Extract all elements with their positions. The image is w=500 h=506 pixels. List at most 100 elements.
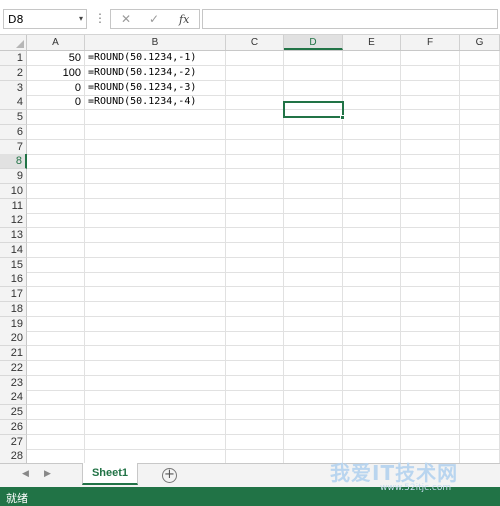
cell-g7[interactable]: [460, 139, 500, 155]
fill-handle[interactable]: [340, 115, 345, 120]
cell-b12[interactable]: [85, 213, 226, 229]
cell-d7[interactable]: [284, 139, 343, 155]
cell-g24[interactable]: [460, 390, 500, 406]
cell-a16[interactable]: [27, 272, 85, 288]
row-header-4[interactable]: 4: [0, 95, 27, 111]
cell-f12[interactable]: [401, 213, 460, 229]
cell-c22[interactable]: [226, 360, 284, 376]
cell-b17[interactable]: [85, 287, 226, 302]
cell-b18[interactable]: [85, 301, 226, 317]
cell-f7[interactable]: [401, 139, 460, 155]
row-header-11[interactable]: 11: [0, 198, 27, 214]
cell-g10[interactable]: [460, 183, 500, 199]
cell-b19[interactable]: [85, 316, 226, 332]
cell-c12[interactable]: [226, 213, 284, 229]
cell-g13[interactable]: [460, 228, 500, 243]
cell-g17[interactable]: [460, 287, 500, 302]
cell-g9[interactable]: [460, 169, 500, 184]
cell-e26[interactable]: [343, 419, 401, 435]
cell-c26[interactable]: [226, 419, 284, 435]
cell-d24[interactable]: [284, 390, 343, 406]
cell-f4[interactable]: [401, 95, 460, 111]
cell-g2[interactable]: [460, 65, 500, 81]
cell-d11[interactable]: [284, 198, 343, 214]
cell-e25[interactable]: [343, 405, 401, 420]
column-header-d[interactable]: D: [284, 35, 343, 50]
cell-c25[interactable]: [226, 405, 284, 420]
cell-b16[interactable]: [85, 272, 226, 288]
cell-e8[interactable]: [343, 154, 401, 170]
cell-f3[interactable]: [401, 80, 460, 96]
add-sheet-icon[interactable]: +: [162, 468, 177, 483]
cell-g5[interactable]: [460, 110, 500, 125]
column-header-f[interactable]: F: [401, 35, 460, 50]
cell-g28[interactable]: [460, 449, 500, 463]
cell-c16[interactable]: [226, 272, 284, 288]
cell-g26[interactable]: [460, 419, 500, 435]
cell-a5[interactable]: [27, 110, 85, 125]
cell-f19[interactable]: [401, 316, 460, 332]
cell-f18[interactable]: [401, 301, 460, 317]
cell-f14[interactable]: [401, 242, 460, 258]
cell-c11[interactable]: [226, 198, 284, 214]
cell-g12[interactable]: [460, 213, 500, 229]
cell-a20[interactable]: [27, 331, 85, 347]
cell-f28[interactable]: [401, 449, 460, 463]
cell-c7[interactable]: [226, 139, 284, 155]
cell-b14[interactable]: [85, 242, 226, 258]
cell-f16[interactable]: [401, 272, 460, 288]
cell-b22[interactable]: [85, 360, 226, 376]
name-box[interactable]: D8 ▾: [3, 9, 87, 29]
cell-d23[interactable]: [284, 375, 343, 391]
cell-b3[interactable]: =ROUND(50.1234,-3): [85, 80, 226, 96]
column-header-g[interactable]: G: [460, 35, 500, 50]
column-header-b[interactable]: B: [85, 35, 226, 50]
cell-d2[interactable]: [284, 65, 343, 81]
cell-g20[interactable]: [460, 331, 500, 347]
insert-function-icon[interactable]: fx: [179, 13, 189, 26]
cell-c10[interactable]: [226, 183, 284, 199]
cell-e6[interactable]: [343, 124, 401, 140]
cell-d12[interactable]: [284, 213, 343, 229]
cell-a25[interactable]: [27, 405, 85, 420]
cell-c9[interactable]: [226, 169, 284, 184]
cell-e3[interactable]: [343, 80, 401, 96]
cell-e27[interactable]: [343, 434, 401, 450]
cell-b28[interactable]: [85, 449, 226, 463]
cell-e5[interactable]: [343, 110, 401, 125]
cell-b5[interactable]: [85, 110, 226, 125]
cell-e21[interactable]: [343, 346, 401, 361]
cell-c19[interactable]: [226, 316, 284, 332]
cell-f24[interactable]: [401, 390, 460, 406]
cell-f17[interactable]: [401, 287, 460, 302]
cell-a8[interactable]: [27, 154, 85, 170]
cell-f21[interactable]: [401, 346, 460, 361]
cell-e4[interactable]: [343, 95, 401, 111]
cell-d19[interactable]: [284, 316, 343, 332]
cell-d26[interactable]: [284, 419, 343, 435]
cell-b2[interactable]: =ROUND(50.1234,-2): [85, 65, 226, 81]
cell-f9[interactable]: [401, 169, 460, 184]
row-header-17[interactable]: 17: [0, 287, 27, 302]
cell-e28[interactable]: [343, 449, 401, 463]
cell-g25[interactable]: [460, 405, 500, 420]
row-header-25[interactable]: 25: [0, 405, 27, 420]
column-header-c[interactable]: C: [226, 35, 284, 50]
row-header-8[interactable]: 8: [0, 154, 27, 170]
cell-d13[interactable]: [284, 228, 343, 243]
cell-c28[interactable]: [226, 449, 284, 463]
row-header-23[interactable]: 23: [0, 375, 27, 391]
cell-b23[interactable]: [85, 375, 226, 391]
cell-a14[interactable]: [27, 242, 85, 258]
cell-d25[interactable]: [284, 405, 343, 420]
cell-c2[interactable]: [226, 65, 284, 81]
cell-d10[interactable]: [284, 183, 343, 199]
cell-b15[interactable]: [85, 257, 226, 273]
row-header-26[interactable]: 26: [0, 419, 27, 435]
cell-c15[interactable]: [226, 257, 284, 273]
cell-e22[interactable]: [343, 360, 401, 376]
cell-c6[interactable]: [226, 124, 284, 140]
check-icon[interactable]: ✓: [149, 12, 159, 26]
select-all-button[interactable]: [0, 35, 27, 50]
row-header-13[interactable]: 13: [0, 228, 27, 243]
